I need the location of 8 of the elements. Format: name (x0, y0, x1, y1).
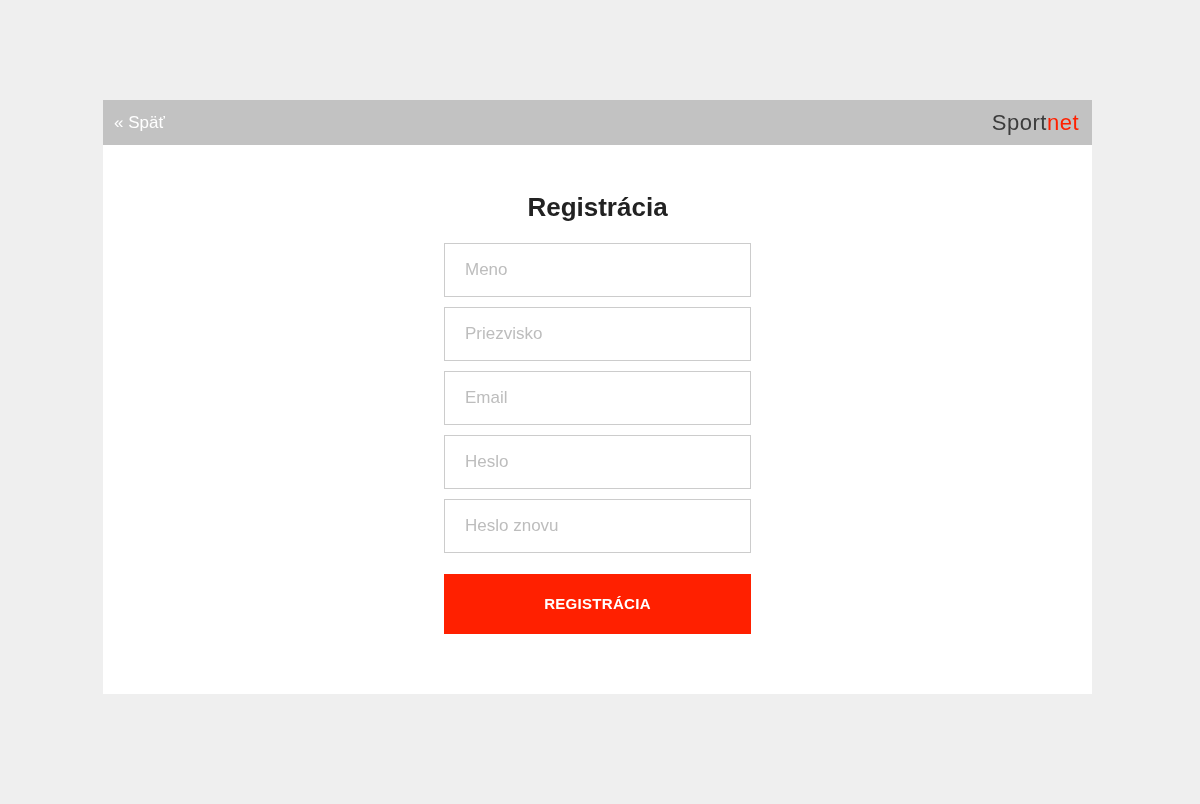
input-field[interactable]: Heslo znovu (444, 499, 751, 553)
register-button[interactable]: REGISTRÁCIA (444, 574, 751, 634)
input-field[interactable]: Priezvisko (444, 307, 751, 361)
form-title: Registrácia (527, 191, 668, 224)
logo-text: Sportnet (991, 111, 1079, 134)
input-field[interactable]: Meno (444, 243, 751, 297)
input-field[interactable]: Heslo (444, 435, 751, 489)
input-field[interactable]: Email (444, 371, 751, 425)
